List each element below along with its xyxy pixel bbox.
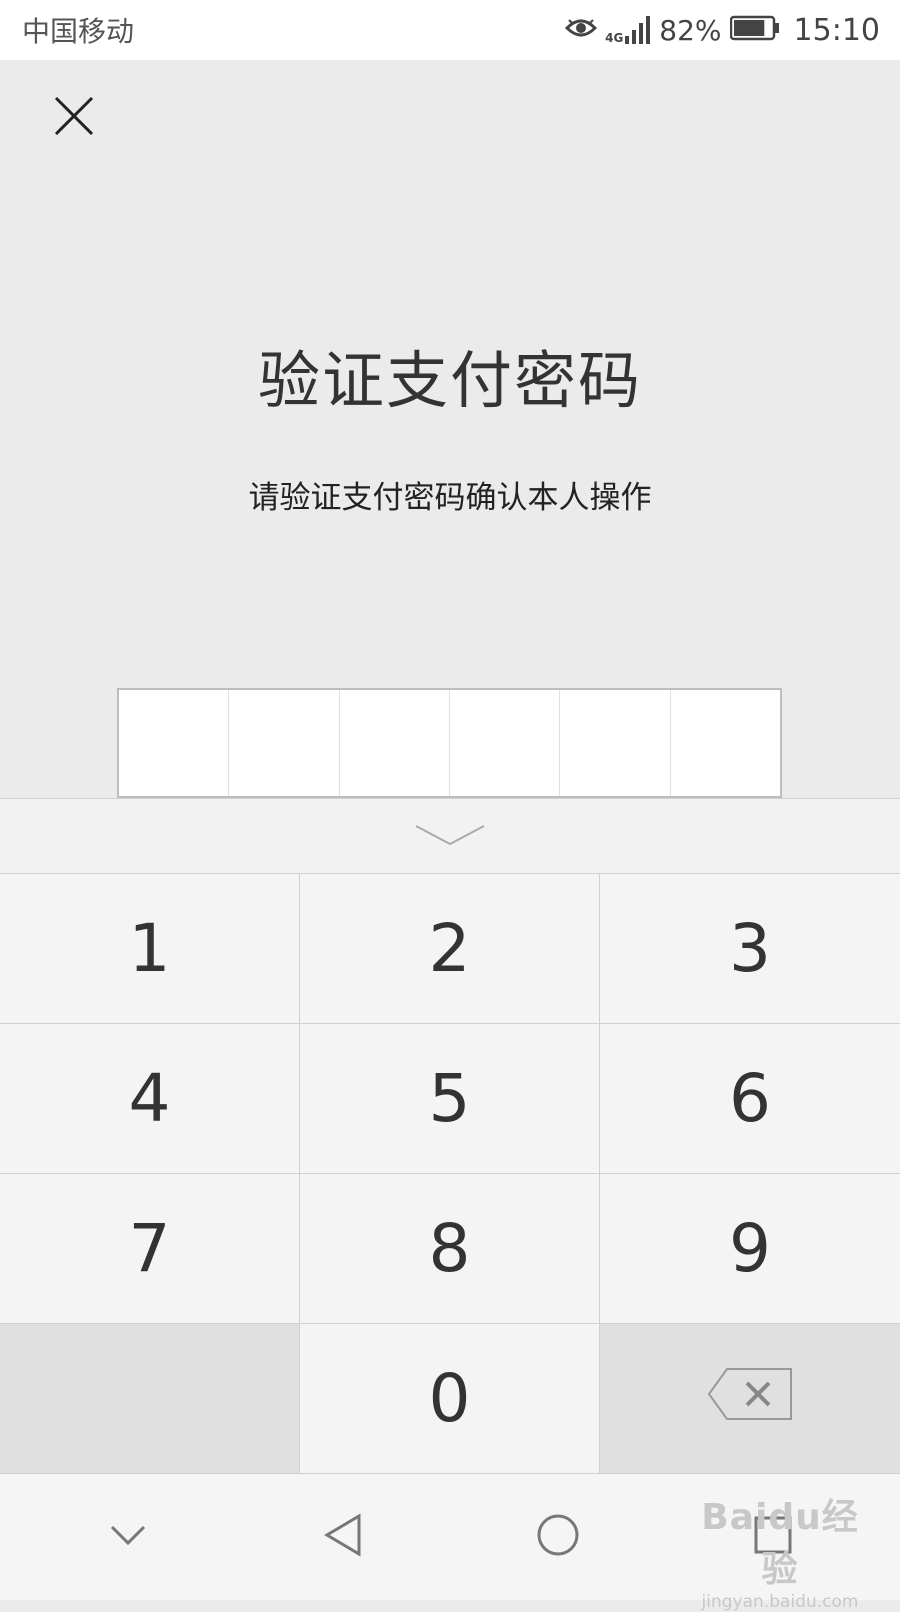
key-4[interactable]: 4 bbox=[0, 1024, 300, 1174]
key-7[interactable]: 7 bbox=[0, 1174, 300, 1324]
password-input[interactable] bbox=[117, 688, 782, 798]
key-blank bbox=[0, 1324, 300, 1474]
key-0[interactable]: 0 bbox=[300, 1324, 600, 1474]
status-indicators: 4G 82% 15:10 bbox=[564, 12, 880, 48]
nav-hide-button[interactable] bbox=[88, 1497, 168, 1577]
backspace-icon bbox=[707, 1360, 793, 1437]
clock: 15:10 bbox=[793, 12, 880, 48]
network-type: 4G bbox=[605, 31, 624, 45]
key-9[interactable]: 9 bbox=[600, 1174, 900, 1324]
close-icon bbox=[54, 96, 94, 140]
pin-cell bbox=[450, 690, 561, 796]
watermark-url: jingyan.baidu.com bbox=[701, 1592, 859, 1612]
key-5[interactable]: 5 bbox=[300, 1024, 600, 1174]
signal-icon: 4G bbox=[605, 16, 651, 44]
baidu-watermark: Baidu经验 jingyan.baidu.com bbox=[690, 1488, 870, 1612]
eye-icon bbox=[564, 16, 598, 44]
pin-cell bbox=[340, 690, 450, 796]
pin-cell bbox=[229, 690, 340, 796]
nav-home-icon bbox=[536, 1513, 580, 1561]
backspace-button[interactable] bbox=[600, 1324, 900, 1474]
chevron-down-icon bbox=[414, 822, 486, 850]
battery-icon bbox=[729, 15, 780, 45]
nav-back-button[interactable] bbox=[303, 1497, 383, 1577]
key-2[interactable]: 2 bbox=[300, 874, 600, 1024]
carrier-name: 中国移动 bbox=[22, 15, 135, 48]
nav-home-button[interactable] bbox=[518, 1497, 598, 1577]
close-button[interactable] bbox=[52, 96, 96, 140]
nav-hide-icon bbox=[110, 1525, 146, 1549]
pin-cell bbox=[560, 690, 671, 796]
battery-percent: 82% bbox=[659, 13, 722, 47]
key-3[interactable]: 3 bbox=[600, 874, 900, 1024]
watermark-logo: Baidu经验 bbox=[701, 1497, 859, 1590]
status-bar: 中国移动 4G 82% 15:10 bbox=[0, 0, 900, 60]
pin-cell bbox=[671, 690, 780, 796]
key-8[interactable]: 8 bbox=[300, 1174, 600, 1324]
page-title: 验证支付密码 bbox=[257, 344, 642, 417]
keyboard-collapse-button[interactable] bbox=[0, 798, 900, 874]
nav-back-icon bbox=[323, 1513, 363, 1561]
key-1[interactable]: 1 bbox=[0, 874, 300, 1024]
number-keypad: 1 2 3 4 5 6 7 8 9 0 bbox=[0, 874, 900, 1474]
page-subtitle: 请验证支付密码确认本人操作 bbox=[248, 480, 652, 516]
pin-cell bbox=[119, 690, 230, 796]
key-6[interactable]: 6 bbox=[600, 1024, 900, 1174]
